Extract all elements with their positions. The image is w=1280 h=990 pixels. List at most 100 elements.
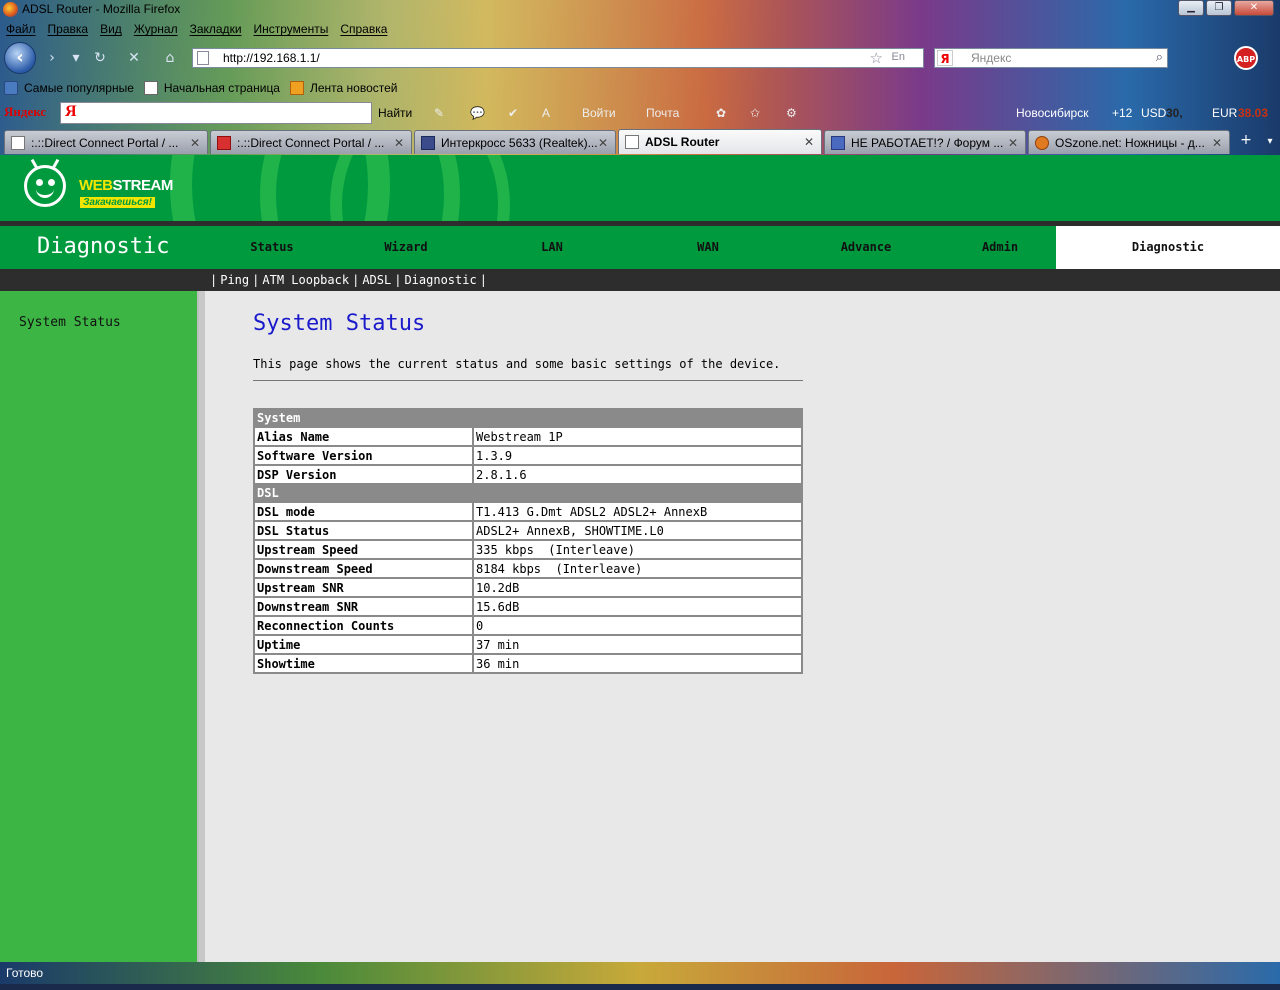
tab-direct-connect-1[interactable]: :.::Direct Connect Portal / ... ✕ (4, 130, 208, 154)
nav-lan[interactable]: LAN (494, 226, 610, 269)
bookmark-start-page[interactable]: Начальная страница (140, 81, 286, 95)
history-dropdown-icon[interactable]: ▾ (66, 49, 86, 67)
yandex-login-button[interactable]: Войти (582, 106, 616, 120)
nav-wizard[interactable]: Wizard (348, 226, 464, 269)
pencil-icon[interactable]: ✎ (434, 106, 444, 120)
bookmark-popular[interactable]: Самые популярные (0, 81, 140, 95)
url-text[interactable]: http://192.168.1.1/ (223, 51, 320, 65)
subnav-atm-loopback[interactable]: ATM Loopback (259, 273, 352, 287)
chat-icon[interactable]: 💬 (470, 106, 485, 120)
forward-button[interactable]: › (42, 49, 62, 67)
yandex-logo[interactable]: Яндекс (4, 104, 46, 120)
search-icon[interactable]: ⌕ (1156, 50, 1163, 65)
system-section-label: System (253, 408, 803, 428)
home-icon[interactable]: ⌂ (160, 49, 180, 67)
settings-gear-icon[interactable]: ⚙ (786, 106, 797, 120)
tab-adsl-router[interactable]: ADSL Router ✕ (618, 129, 822, 154)
translate-icon[interactable]: A (542, 106, 550, 120)
yandex-letter-icon: Я (65, 103, 77, 120)
menu-bookmarks[interactable]: Закладки (184, 20, 248, 40)
ik-icon (421, 135, 435, 150)
tab-forum[interactable]: НЕ РАБОТАЕТ!? / Форум ... ✕ (824, 130, 1026, 154)
reload-icon[interactable]: ↻ (90, 49, 110, 67)
menu-view[interactable]: Вид (94, 20, 128, 40)
subnav-diagnostic[interactable]: Diagnostic (401, 273, 479, 287)
eur-label[interactable]: EUR (1212, 106, 1237, 120)
tab-direct-connect-2[interactable]: :.::Direct Connect Portal / ... ✕ (210, 130, 412, 154)
language-indicator[interactable]: En (892, 51, 905, 63)
tab-close-icon[interactable]: ✕ (1007, 136, 1019, 150)
row-key: DSL Status (253, 520, 474, 541)
nav-diagnostic[interactable]: Diagnostic (1056, 226, 1280, 269)
tab-label: OSzone.net: Ножницы - д... (1055, 135, 1205, 150)
star-icon[interactable]: ✩ (750, 106, 760, 120)
tab-label: НЕ РАБОТАЕТ!? / Форум ... (851, 135, 1004, 150)
router-page: WEBSTREAM Закачаешься! Diagnostic Status… (0, 155, 1280, 962)
tab-close-icon[interactable]: ✕ (1211, 136, 1223, 150)
usd-label[interactable]: USD (1141, 106, 1166, 120)
search-box[interactable]: Я Яндекс ⌕ (934, 48, 1168, 68)
bookmark-star-icon[interactable]: ☆ (870, 49, 883, 67)
subnav-adsl[interactable]: ADSL (359, 273, 394, 287)
sidebar-separator (197, 291, 205, 962)
tab-close-icon[interactable]: ✕ (189, 136, 201, 150)
tab-oszone[interactable]: OSzone.net: Ножницы - д... ✕ (1028, 130, 1230, 154)
menu-file[interactable]: Файл (0, 20, 42, 40)
menu-edit[interactable]: Правка (42, 20, 95, 40)
row-value: 2.8.1.6 (472, 464, 803, 485)
weather-temperature[interactable]: +12 (1112, 106, 1132, 120)
adblock-plus-icon[interactable]: ABP (1234, 46, 1258, 70)
tab-close-icon[interactable]: ✕ (803, 135, 815, 149)
tab-list-icon[interactable]: ▾ (1262, 132, 1278, 152)
new-tab-icon[interactable]: + (1234, 132, 1258, 152)
yandex-search-input[interactable]: Я (60, 102, 372, 124)
table-row: Showtime 36 min (253, 653, 803, 674)
stop-icon[interactable]: ✕ (124, 49, 144, 67)
maximize-button[interactable]: ❐ (1206, 0, 1232, 16)
menu-tools[interactable]: Инструменты (248, 20, 335, 40)
url-bar[interactable]: http://192.168.1.1/ ☆ En (192, 48, 924, 68)
row-key: Uptime (253, 634, 474, 655)
menu-help[interactable]: Справка (334, 20, 393, 40)
bookmark-label: Самые популярные (24, 81, 134, 95)
usd-rate[interactable]: 30, (1166, 106, 1183, 120)
row-key: Downstream Speed (253, 558, 474, 579)
table-row: Downstream Speed 8184 kbps (Interleave) (253, 558, 803, 579)
table-row: DSL mode T1.413 G.Dmt ADSL2 ADSL2+ Annex… (253, 501, 803, 522)
minimize-button[interactable]: ▁ (1178, 0, 1204, 16)
back-button[interactable]: ‹ (4, 42, 36, 74)
menu-history[interactable]: Журнал (128, 20, 184, 40)
tab-strip: :.::Direct Connect Portal / ... ✕ :.::Di… (0, 128, 1280, 154)
row-value: Webstream 1P (472, 426, 803, 447)
main-content: System Status This page shows the curren… (205, 291, 1280, 962)
row-value: 8184 kbps (Interleave) (472, 558, 803, 579)
nav-status[interactable]: Status (214, 226, 330, 269)
tab-close-icon[interactable]: ✕ (597, 136, 609, 150)
banner-decoration (330, 155, 510, 221)
close-window-button[interactable]: ✕ (1234, 0, 1274, 16)
rss-icon (289, 81, 304, 95)
site-identity-icon[interactable] (197, 51, 209, 65)
tab-label: Интеркросс 5633 (Realtek)... (441, 135, 597, 150)
checkmark-icon[interactable]: ✔ (508, 106, 518, 120)
yandex-mail-button[interactable]: Почта (646, 106, 679, 120)
row-value: 0 (472, 615, 803, 636)
bookmark-news-feed[interactable]: Лента новостей (286, 81, 404, 95)
weather-city[interactable]: Новосибирск (1016, 106, 1088, 120)
tab-interkross[interactable]: Интеркросс 5633 (Realtek)... ✕ (414, 130, 616, 154)
subnav-ping[interactable]: Ping (217, 273, 252, 287)
page-title: System Status (253, 311, 426, 336)
tab-close-icon[interactable]: ✕ (393, 136, 405, 150)
brand-web: WEB (79, 177, 113, 194)
eur-rate[interactable]: 38.03 (1238, 106, 1268, 120)
sidebar-item-system-status[interactable]: System Status (19, 315, 121, 330)
search-placeholder[interactable]: Яндекс (971, 51, 1011, 65)
apps-icon[interactable]: ✿ (716, 106, 726, 120)
nav-admin[interactable]: Admin (942, 226, 1058, 269)
nav-advance[interactable]: Advance (808, 226, 924, 269)
nav-wan[interactable]: WAN (650, 226, 766, 269)
search-engine-icon[interactable]: Я (937, 50, 953, 66)
title-bar: ADSL Router - Mozilla Firefox ▁ ❐ ✕ (0, 0, 1280, 20)
table-section-header: DSL (253, 483, 803, 503)
yandex-find-button[interactable]: Найти (378, 106, 412, 120)
